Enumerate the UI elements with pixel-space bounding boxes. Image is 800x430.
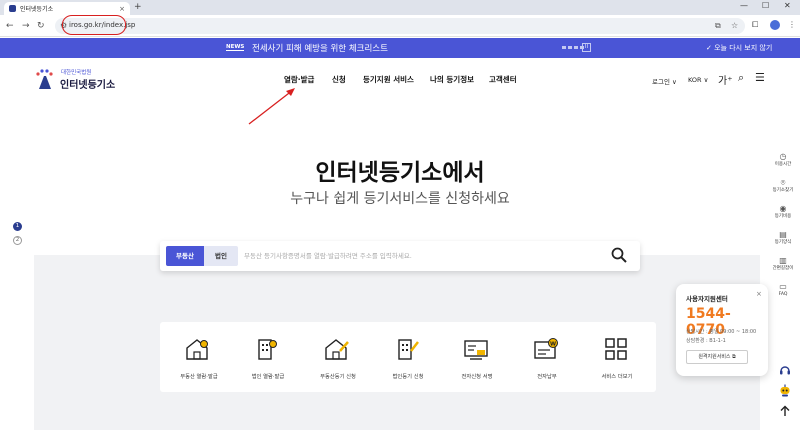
card-label: 법인 열람·발급 — [251, 374, 285, 380]
clock-icon: ◷ — [779, 152, 787, 161]
hamburger-menu-icon[interactable]: ☰ — [755, 71, 765, 84]
headset-icon[interactable] — [779, 364, 791, 376]
slide-page-1[interactable]: 1 — [13, 222, 22, 231]
back-arrow-icon[interactable]: ← — [6, 19, 14, 33]
profile-avatar[interactable] — [770, 20, 780, 30]
tab-realestate[interactable]: 부동산 — [166, 246, 204, 266]
browser-tab[interactable]: 인터넷등기소 × — [4, 2, 130, 15]
search-box: 부동산 법인 — [160, 241, 640, 271]
new-tab-button[interactable]: + — [134, 2, 142, 13]
slide-page-2[interactable]: 2 — [13, 236, 22, 245]
annotation-arrow — [248, 88, 295, 125]
quick-forms[interactable]: ▤ 등기양식 — [768, 230, 798, 246]
chatbot-icon[interactable] — [779, 384, 791, 397]
browser-tabbar: 인터넷등기소 × + — ☐ ✕ — [0, 0, 800, 15]
quick-fees[interactable]: ◉ 등기비용 — [768, 204, 798, 220]
coin-icon: ◉ — [779, 204, 787, 213]
house-pen-icon — [325, 339, 349, 360]
card-corp-apply[interactable]: 법인등기 신청 — [369, 322, 447, 392]
banner-indicator — [562, 46, 584, 49]
address-bar[interactable]: ⚙ iros.go.kr/index.jsp ⧉ ☆ — [55, 18, 745, 34]
notice-message[interactable]: 전세사기 피해 예방을 위한 체크리스트 — [252, 42, 388, 54]
nav-customer-center[interactable]: 고객센터 — [489, 74, 517, 85]
news-tag: NEWS — [226, 44, 245, 51]
reload-icon[interactable]: ↻ — [37, 19, 45, 33]
quick-usage-time[interactable]: ◷ 이용시간 — [768, 152, 798, 168]
banner-pause-button[interactable]: II — [582, 43, 591, 52]
building-search-icon — [258, 339, 277, 360]
language-select[interactable]: KOR ∨ — [688, 76, 708, 84]
card-label: 전자납부 — [537, 374, 557, 380]
close-window-button[interactable]: ✕ — [784, 1, 791, 10]
house-search-icon — [186, 339, 208, 360]
card-corp-view[interactable]: 법인 열람·발급 — [229, 322, 307, 392]
scroll-top-icon[interactable] — [779, 405, 791, 417]
search-submit-icon[interactable] — [610, 246, 628, 264]
notice-banner: NEWS 전세사기 피해 예방을 위한 체크리스트 II ✓ 오늘 다시 보지 … — [0, 38, 800, 58]
quick-guide[interactable]: ▥ 간편길잡이 — [768, 256, 798, 272]
hero-title: 인터넷등기소에서 — [315, 160, 485, 186]
card-e-payment[interactable]: W 전자납부 — [508, 322, 586, 392]
support-center-popup: 사용자지원센터 × 1544-0770 상담시간 : 평일 09:00 ~ 18… — [676, 284, 768, 376]
site-logo[interactable]: 대한민국법원 인터넷등기소 — [33, 66, 123, 92]
logo-subtitle: 대한민국법원 — [61, 70, 92, 76]
support-hours: 상담시간 : 평일 09:00 ~ 18:00 — [686, 329, 757, 335]
font-size-button[interactable]: 가⁺ — [718, 72, 732, 87]
quick-find-office[interactable]: ⌾ 등기소찾기 — [768, 178, 798, 194]
svg-text:W: W — [550, 341, 556, 347]
maximize-button[interactable]: ☐ — [762, 1, 769, 10]
card-label: 서비스 더보기 — [601, 374, 633, 380]
card-e-signature[interactable]: 전자신청 서명 — [438, 322, 516, 392]
remote-support-button[interactable]: 원격지원서비스 ⧉ — [686, 350, 748, 364]
card-label: 법인등기 신청 — [392, 374, 424, 380]
annotation-url-circle — [62, 15, 126, 35]
tab-corporation[interactable]: 법인 — [204, 246, 238, 266]
nav-apply[interactable]: 신청 — [332, 74, 346, 85]
menu-kebab-icon[interactable]: ⋮ — [788, 20, 796, 29]
site-favicon-icon — [9, 5, 16, 12]
translate-icon[interactable]: ⧉ — [715, 21, 721, 31]
nav-my-registry[interactable]: 나의 등기정보 — [430, 74, 474, 85]
extensions-icon[interactable]: ⧠ — [752, 20, 758, 30]
tab-title: 인터넷등기소 — [20, 6, 54, 13]
search-icon[interactable]: ⌕ — [738, 71, 744, 85]
hero-subtitle: 누구나 쉽게 등기서비스를 신청하세요 — [290, 191, 510, 207]
card-label: 전자신청 서명 — [461, 374, 493, 380]
bookmark-star-icon[interactable]: ☆ — [731, 21, 738, 30]
guide-book-icon: ▥ — [779, 256, 787, 265]
card-realestate-apply[interactable]: 부동산등기 신청 — [299, 322, 377, 392]
payment-coin-icon: W — [534, 338, 558, 359]
tab-close-icon[interactable]: × — [119, 5, 125, 13]
card-label: 부동산등기 신청 — [320, 374, 356, 380]
building-pen-icon — [398, 339, 419, 360]
login-button[interactable]: 로그인 ∨ — [652, 76, 677, 86]
logo-title: 인터넷등기소 — [60, 80, 116, 91]
support-close-icon[interactable]: × — [756, 290, 762, 298]
support-title: 사용자지원센터 — [686, 295, 728, 303]
signature-document-icon — [464, 340, 488, 360]
grid-icon — [605, 338, 627, 360]
location-pin-icon: ⌾ — [780, 178, 786, 187]
court-logo-icon — [36, 69, 53, 89]
document-icon: ▤ — [779, 230, 787, 239]
chat-bubble-icon: ▭ — [779, 282, 787, 291]
quick-faq[interactable]: ▭ FAQ — [768, 282, 798, 298]
minimize-button[interactable]: — — [740, 1, 748, 10]
nav-support-service[interactable]: 등기지원 서비스 — [363, 74, 414, 85]
card-label: 부동산 열람·발급 — [180, 374, 218, 380]
forward-arrow-icon[interactable]: → — [22, 19, 30, 33]
address-search-input[interactable] — [244, 248, 604, 264]
card-more-services[interactable]: 서비스 더보기 — [578, 322, 656, 392]
card-realestate-view[interactable]: 부동산 열람·발급 — [160, 322, 238, 392]
close-today-button[interactable]: ✓ 오늘 다시 보지 않기 — [706, 43, 772, 53]
support-env: 상담환경 : B1-1-1 — [686, 338, 726, 344]
